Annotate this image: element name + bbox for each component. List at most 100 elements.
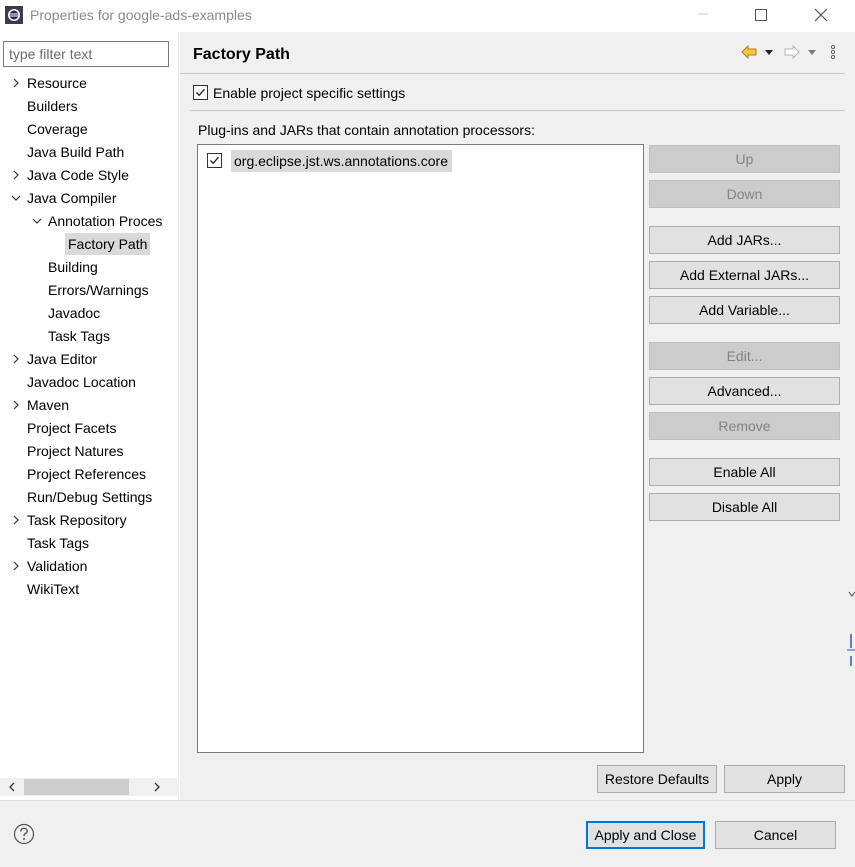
tree-item[interactable]: Java Editor [0, 348, 179, 370]
tree-horizontal-scrollbar[interactable] [0, 778, 179, 796]
tree-item-label: Java Code Style [27, 167, 129, 183]
chevron-down-icon[interactable] [32, 216, 42, 226]
checkmark-icon [210, 156, 219, 165]
tree-item[interactable]: Task Tags [0, 325, 179, 347]
jar-label: org.eclipse.jst.ws.annotations.core [231, 150, 452, 172]
scroll-left-icon[interactable] [6, 781, 18, 793]
tree-item[interactable]: Javadoc [0, 302, 179, 324]
tree-item[interactable]: Java Build Path [0, 141, 179, 163]
tree-item[interactable]: WikiText [0, 578, 179, 600]
down-button[interactable]: Down [649, 180, 840, 208]
eclipse-icon [5, 6, 23, 24]
tree-item[interactable]: Javadoc Location [0, 371, 179, 393]
enable-specific-label: Enable project specific settings [213, 85, 406, 101]
tree-item-label: WikiText [27, 581, 80, 597]
enable-specific-checkbox[interactable] [193, 85, 208, 100]
left-panel: Resource Builders Coverage Java Build Path J… [0, 32, 179, 800]
chevron-right-icon[interactable] [11, 561, 21, 571]
minimize-icon [698, 13, 708, 15]
tree-item-label: Java Editor [27, 351, 98, 367]
jar-checkbox[interactable] [207, 153, 222, 168]
tree-item[interactable]: Builders [0, 95, 179, 117]
background-window-edge [847, 591, 855, 666]
tree-item[interactable]: Run/Debug Settings [0, 486, 179, 508]
tree-item[interactable]: Project Natures [0, 440, 179, 462]
tree-item-label: Project Natures [27, 443, 124, 459]
tree-item-label: Builders [27, 98, 78, 114]
add-external-jars-button[interactable]: Add External JARs... [649, 261, 840, 289]
tree-item[interactable]: Annotation Proces [0, 210, 179, 232]
tree-item-label: Coverage [27, 121, 88, 137]
tree-item[interactable]: Project References [0, 463, 179, 485]
properties-page: Factory Path Enable project specific set… [180, 32, 855, 800]
forward-arrow-icon[interactable] [783, 44, 801, 60]
tree-item-label: Project References [27, 466, 147, 482]
page-header: Factory Path [180, 32, 855, 72]
advanced-button[interactable]: Advanced... [649, 377, 840, 405]
back-dropdown-icon[interactable] [764, 44, 774, 60]
close-button[interactable] [798, 0, 844, 32]
chevron-right-icon[interactable] [11, 78, 21, 88]
tree-item[interactable]: Errors/Warnings [0, 279, 179, 301]
tree-item-label: Project Facets [27, 420, 117, 436]
tree-item-label: Task Repository [27, 512, 127, 528]
window-title: Properties for google-ads-examples [30, 7, 252, 23]
chevron-right-icon[interactable] [11, 170, 21, 180]
enable-all-button[interactable]: Enable All [649, 458, 840, 486]
tree-item[interactable]: Project Facets [0, 417, 179, 439]
tree-item-label: Building [48, 259, 98, 275]
apply-button[interactable]: Apply [724, 765, 845, 793]
chevron-down-icon[interactable] [11, 193, 21, 203]
section-separator [190, 110, 845, 111]
remove-button[interactable]: Remove [649, 412, 840, 440]
tree-item-label: Validation [27, 558, 88, 574]
chevron-right-icon[interactable] [11, 354, 21, 364]
tree-item-label: Maven [27, 397, 70, 413]
tree-item-label: Resource [27, 75, 87, 91]
add-variable-button[interactable]: Add Variable... [649, 296, 840, 324]
dialog-footer: Apply and Close Cancel [0, 800, 855, 867]
tree-item[interactable]: Building [0, 256, 179, 278]
tree-item-label: Run/Debug Settings [27, 489, 153, 505]
cancel-button[interactable]: Cancel [715, 821, 836, 849]
add-jars-button[interactable]: Add JARs... [649, 226, 840, 254]
header-separator [180, 73, 845, 74]
scrollbar-thumb[interactable] [24, 779, 129, 795]
tree-item[interactable]: Validation [0, 555, 179, 577]
disable-all-button[interactable]: Disable All [649, 493, 840, 521]
tree-item[interactable]: Java Code Style [0, 164, 179, 186]
forward-dropdown-icon[interactable] [807, 44, 817, 60]
tree-item-label: Factory Path [65, 233, 151, 255]
tree-item[interactable]: Maven [0, 394, 179, 416]
tree-item-label: Javadoc Location [27, 374, 136, 390]
chevron-right-icon[interactable] [11, 515, 21, 525]
view-menu-icon[interactable] [829, 44, 837, 60]
edit-button[interactable]: Edit... [649, 342, 840, 370]
tree-item-label: Java Compiler [27, 190, 117, 206]
filter-input[interactable] [3, 41, 169, 67]
tree-item-label: Errors/Warnings [48, 282, 149, 298]
page-title: Factory Path [193, 46, 290, 63]
tree-item[interactable]: Java Compiler [0, 187, 179, 209]
back-arrow-icon[interactable] [740, 44, 758, 60]
tree-item-label: Java Build Path [27, 144, 125, 160]
tree-item[interactable]: Resource [0, 72, 179, 94]
tree-item[interactable]: Task Tags [0, 532, 179, 554]
title-bar: Properties for google-ads-examples [0, 0, 855, 32]
factory-path-list[interactable]: org.eclipse.jst.ws.annotations.core [197, 144, 644, 753]
restore-defaults-button[interactable]: Restore Defaults [597, 765, 717, 793]
scroll-right-icon[interactable] [151, 781, 163, 793]
maximize-button[interactable] [738, 0, 784, 32]
help-icon[interactable] [13, 823, 35, 845]
tree-item[interactable]: Task Repository [0, 509, 179, 531]
tree-item-label: Javadoc [48, 305, 101, 321]
minimize-button[interactable] [680, 0, 726, 32]
tree-item[interactable]: Factory Path [0, 233, 179, 255]
checkmark-icon [196, 88, 205, 97]
maximize-icon [755, 9, 767, 21]
apply-and-close-button[interactable]: Apply and Close [586, 821, 705, 849]
chevron-right-icon[interactable] [11, 400, 21, 410]
up-button[interactable]: Up [649, 145, 840, 173]
tree-item[interactable]: Coverage [0, 118, 179, 140]
close-icon [814, 8, 828, 22]
